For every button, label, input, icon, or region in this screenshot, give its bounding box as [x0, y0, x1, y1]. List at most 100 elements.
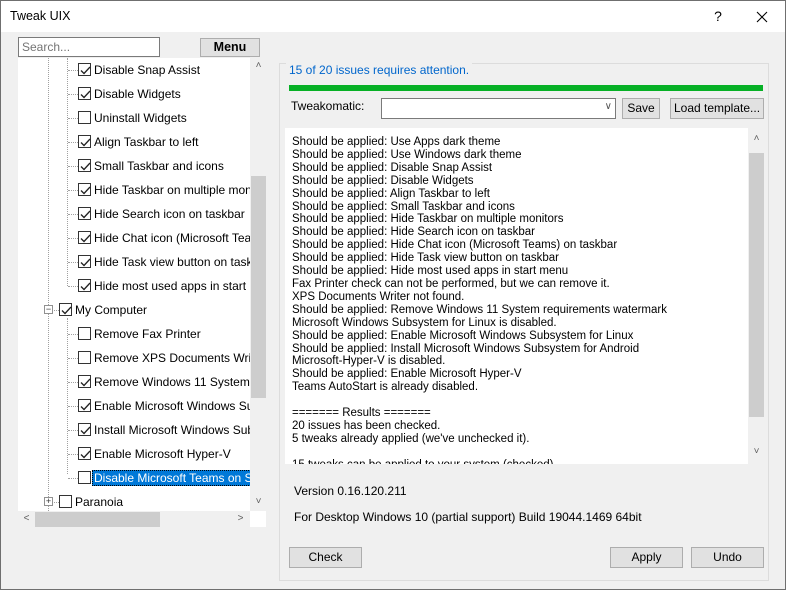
- tree-item-label[interactable]: Enable Microsoft Windows Subsystem for L…: [92, 398, 266, 414]
- tree-item-label[interactable]: Disable Snap Assist: [92, 62, 202, 78]
- tree-checkbox[interactable]: [78, 231, 91, 244]
- checkmark-icon: [80, 210, 91, 219]
- tree-checkbox[interactable]: [78, 207, 91, 220]
- close-button[interactable]: [742, 1, 782, 32]
- tweakomatic-select[interactable]: ∨: [381, 98, 616, 119]
- menu-button[interactable]: Menu: [200, 38, 260, 57]
- tree-checkbox[interactable]: [78, 423, 91, 436]
- tweakomatic-label: Tweakomatic:: [291, 99, 365, 113]
- check-button[interactable]: Check: [289, 547, 362, 568]
- tweaks-tree[interactable]: Disable Snap Assist Disable Widgets Uninst…: [18, 58, 266, 527]
- tree-item-label[interactable]: Uninstall Widgets: [92, 110, 189, 126]
- tree-item[interactable]: Remove Windows 11 System requirements wa…: [18, 370, 266, 394]
- tree-item[interactable]: Hide Taskbar on multiple monitors: [18, 178, 266, 202]
- search-input[interactable]: [18, 37, 160, 57]
- tree-item[interactable]: Remove Fax Printer: [18, 322, 250, 346]
- tree-checkbox[interactable]: [78, 111, 91, 124]
- tree-item-label[interactable]: Disable Widgets: [92, 86, 183, 102]
- tree-checkbox[interactable]: [78, 471, 91, 484]
- tree-item[interactable]: Uninstall Widgets: [18, 106, 250, 130]
- tree-checkbox[interactable]: [78, 327, 91, 340]
- expand-icon[interactable]: +: [44, 497, 53, 506]
- tree-horizontal-scrollbar[interactable]: ˂ ˃: [18, 511, 250, 528]
- tree-item[interactable]: Hide most used apps in start menu: [18, 274, 266, 298]
- log-line: Should be applied: Small Taskbar and ico…: [292, 200, 515, 213]
- tree-checkbox[interactable]: [78, 255, 91, 268]
- checkmark-icon: [80, 282, 91, 291]
- tree-checkbox[interactable]: [78, 279, 91, 292]
- tree-item-label[interactable]: Remove Fax Printer: [92, 326, 203, 342]
- tree-item-label[interactable]: Disable Microsoft Teams on Startup: [92, 470, 266, 486]
- tree-checkbox[interactable]: [78, 63, 91, 76]
- undo-button[interactable]: Undo: [691, 547, 764, 568]
- log-textarea[interactable]: Should be applied: Use Apps dark theme Sh…: [285, 128, 765, 464]
- tree-item-label[interactable]: Small Taskbar and icons: [92, 158, 226, 174]
- collapse-icon[interactable]: −: [44, 305, 53, 314]
- tree-vertical-scrollbar[interactable]: ˄ ˅: [250, 58, 267, 511]
- tree-item-label[interactable]: Enable Microsoft Hyper-V: [92, 446, 233, 462]
- tree-item-label[interactable]: Hide Task view button on taskbar: [92, 254, 266, 270]
- scroll-up-icon[interactable]: ˄: [250, 60, 267, 71]
- tree-item-label[interactable]: My Computer: [73, 302, 149, 318]
- tree-item-label[interactable]: Install Microsoft Windows Subsystem for …: [92, 422, 266, 438]
- tree-item[interactable]: Hide Chat icon (Microsoft Teams) on task…: [18, 226, 266, 250]
- tree-checkbox[interactable]: [59, 303, 72, 316]
- tree-checkbox[interactable]: [59, 495, 72, 508]
- log-scroll-thumb[interactable]: [749, 153, 764, 417]
- tree-item[interactable]: Hide Task view button on taskbar: [18, 250, 266, 274]
- tree-item[interactable]: Disable Snap Assist: [18, 58, 250, 82]
- progress-bar: [289, 85, 763, 91]
- tree-item[interactable]: Install Microsoft Windows Subsystem for …: [18, 418, 266, 442]
- log-scrollbar[interactable]: ˄ ˅: [748, 128, 765, 464]
- log-line: Microsoft-Hyper-V is disabled.: [292, 355, 446, 368]
- save-button[interactable]: Save: [622, 98, 660, 119]
- help-button[interactable]: ?: [698, 1, 738, 32]
- tree-connector: [68, 142, 78, 143]
- tree-item-label[interactable]: Paranoia: [73, 494, 125, 510]
- checkmark-icon: [61, 306, 72, 315]
- tree-hscroll-thumb[interactable]: [35, 512, 160, 527]
- tree-item[interactable]: Disable Widgets: [18, 82, 250, 106]
- tree-item-label[interactable]: Align Taskbar to left: [92, 134, 201, 150]
- tree-item-label[interactable]: Remove XPS Documents Writer: [92, 350, 266, 366]
- tree-checkbox[interactable]: [78, 159, 91, 172]
- tree-checkbox[interactable]: [78, 375, 91, 388]
- tree-item-label[interactable]: Remove Windows 11 System requirements wa…: [92, 374, 266, 390]
- platform-label: For Desktop Windows 10 (partial support)…: [294, 510, 642, 524]
- tree-checkbox[interactable]: [78, 399, 91, 412]
- scroll-up-icon[interactable]: ˄: [748, 133, 765, 144]
- log-line: Should be applied: Enable Microsoft Hype…: [292, 368, 522, 381]
- tree-item[interactable]: Disable Microsoft Teams on Startup: [18, 466, 266, 490]
- tree-item[interactable]: Enable Microsoft Hyper-V: [18, 442, 250, 466]
- log-line: Should be applied: Use Windows dark them…: [292, 148, 522, 161]
- tree-item[interactable]: Hide Search icon on taskbar: [18, 202, 250, 226]
- tree-item-label[interactable]: Hide Taskbar on multiple monitors: [92, 182, 266, 198]
- tree-checkbox[interactable]: [78, 135, 91, 148]
- progress-fill: [289, 85, 763, 91]
- tree-item[interactable]: − My Computer: [18, 298, 250, 322]
- apply-button[interactable]: Apply: [610, 547, 683, 568]
- scroll-left-icon[interactable]: ˂: [18, 513, 35, 524]
- tree-checkbox[interactable]: [78, 351, 91, 364]
- tree-item-label[interactable]: Hide Search icon on taskbar: [92, 206, 247, 222]
- checkmark-icon: [80, 186, 91, 195]
- tree-scroll-thumb[interactable]: [251, 176, 266, 398]
- tree-connector: [68, 454, 78, 455]
- scroll-down-icon[interactable]: ˅: [748, 446, 765, 457]
- tree-connector: [68, 430, 78, 431]
- tree-item[interactable]: Enable Microsoft Windows Subsystem for L…: [18, 394, 266, 418]
- tree-item-label[interactable]: Hide Chat icon (Microsoft Teams) on task…: [92, 230, 266, 246]
- tree-item[interactable]: Remove XPS Documents Writer: [18, 346, 265, 370]
- load-template-button[interactable]: Load template...: [670, 98, 764, 119]
- tree-checkbox[interactable]: [78, 447, 91, 460]
- tree-item-label[interactable]: Hide most used apps in start menu: [92, 278, 266, 294]
- tree-checkbox[interactable]: [78, 87, 91, 100]
- log-line: Should be applied: Use Apps dark theme: [292, 136, 501, 148]
- scroll-down-icon[interactable]: ˅: [250, 496, 267, 507]
- scroll-right-icon[interactable]: ˃: [232, 513, 249, 524]
- tree-item[interactable]: Small Taskbar and icons: [18, 154, 250, 178]
- tree-item[interactable]: Align Taskbar to left: [18, 130, 250, 154]
- tree-checkbox[interactable]: [78, 183, 91, 196]
